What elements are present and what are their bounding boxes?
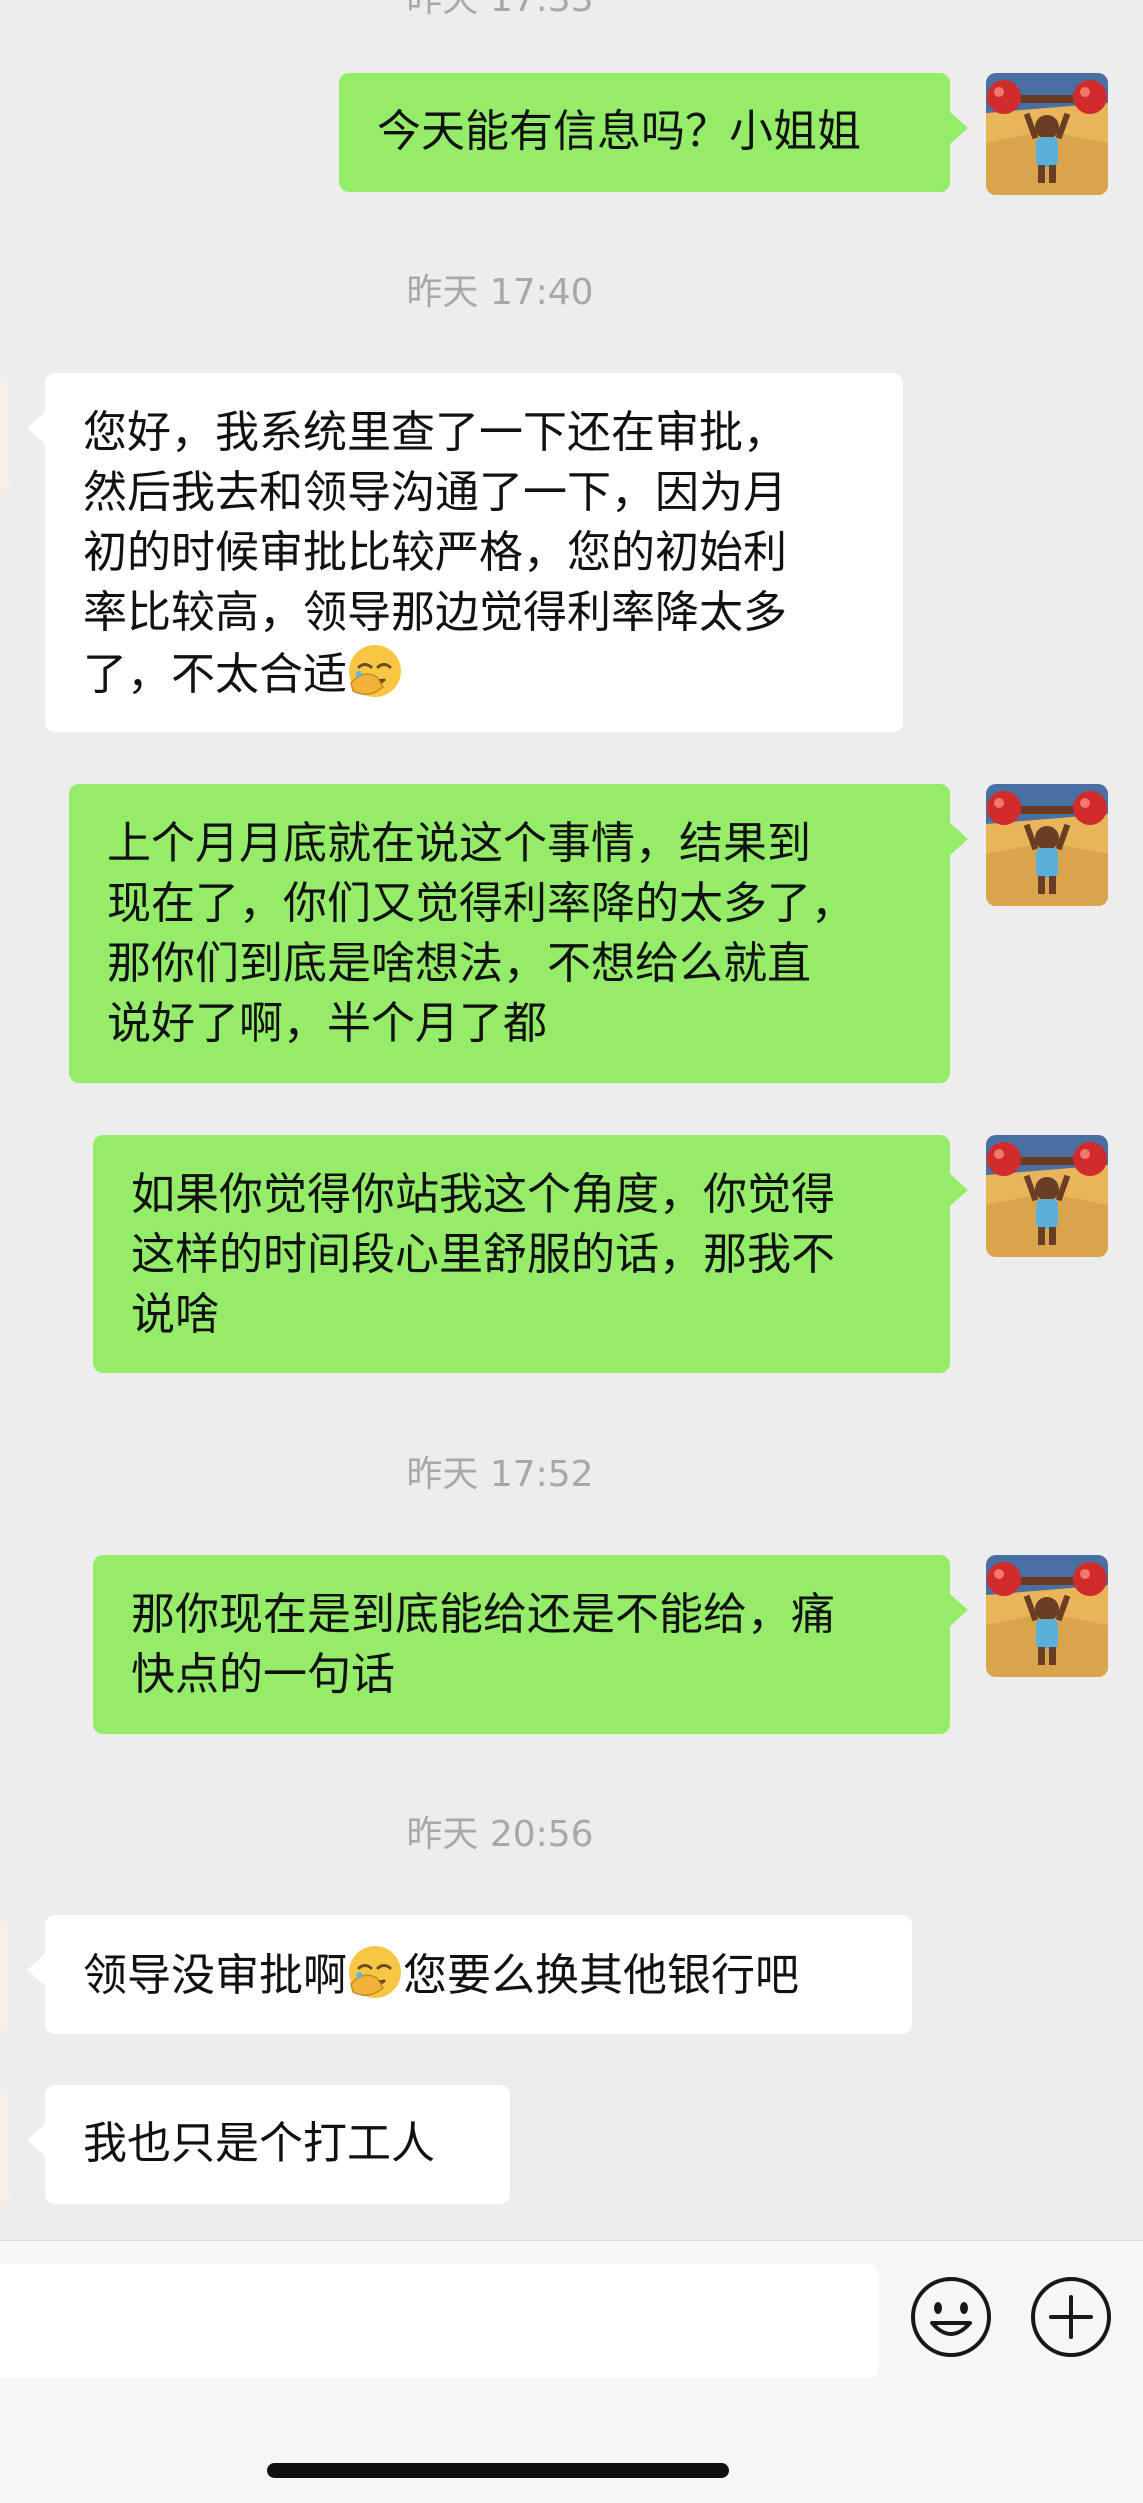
my-avatar[interactable] bbox=[986, 73, 1108, 195]
received-message-bubble[interactable]: 您好，我系统里查了一下还在审批， 然后我去和领导沟通了一下，因为月 初的时候审批… bbox=[27, 373, 903, 732]
message-text: 今天能有信息吗？小姐姐 bbox=[377, 106, 861, 157]
message-text: 率比较高，领导那边觉得利率降太多 bbox=[83, 587, 787, 638]
my-avatar[interactable] bbox=[986, 784, 1108, 906]
contact-avatar[interactable] bbox=[0, 375, 9, 493]
timestamp: 昨天 17:33 bbox=[0, 0, 1000, 20]
received-message-bubble[interactable]: 领导没审批啊 您要么换其他银行吧 bbox=[27, 1915, 912, 2034]
smiley-icon[interactable] bbox=[909, 2275, 993, 2359]
message-text: 了，不太合适 bbox=[83, 649, 347, 700]
message-text: 这样的时间段心里舒服的话，那我不 bbox=[131, 1229, 835, 1280]
sent-message-bubble[interactable]: 如果你觉得你站我这个角度，你觉得 这样的时间段心里舒服的话，那我不 说啥 bbox=[93, 1135, 968, 1373]
message-text: 快点的一句话 bbox=[131, 1649, 395, 1700]
message-text: 然后我去和领导沟通了一下，因为月 bbox=[83, 467, 787, 518]
message-text: 那你们到底是啥想法，不想给么就直 bbox=[107, 938, 811, 989]
chat-area[interactable]: 昨天 17:33 今天能有信息吗？小姐姐 昨天 17:40 您好，我系统里查了一… bbox=[0, 0, 1143, 2240]
message-text: 说啥 bbox=[131, 1289, 219, 1340]
message-text: 那你现在是到底能给还是不能给，痛 bbox=[131, 1589, 835, 1640]
home-indicator[interactable] bbox=[267, 2463, 729, 2478]
message-text: 您要么换其他银行吧 bbox=[403, 1950, 799, 2001]
message-text: 说好了啊，半个月了都 bbox=[107, 998, 547, 1049]
message-input[interactable] bbox=[0, 2264, 879, 2378]
facepalm-emoji-icon bbox=[347, 643, 403, 699]
sent-message-bubble[interactable]: 那你现在是到底能给还是不能给，痛 快点的一句话 bbox=[93, 1555, 968, 1734]
my-avatar[interactable] bbox=[986, 1555, 1108, 1677]
sent-message-bubble[interactable]: 今天能有信息吗？小姐姐 bbox=[339, 73, 968, 192]
timestamp: 昨天 20:56 bbox=[406, 1814, 594, 1855]
message-text: 我也只是个打工人 bbox=[83, 2118, 435, 2169]
message-text: 如果你觉得你站我这个角度，你觉得 bbox=[131, 1169, 835, 1220]
plus-circle-icon[interactable] bbox=[1029, 2275, 1113, 2359]
timestamp: 昨天 17:40 bbox=[406, 272, 594, 313]
facepalm-emoji-icon bbox=[347, 1944, 403, 2000]
input-bar bbox=[0, 2240, 1143, 2503]
message-text: 初的时候审批比较严格，您的初始利 bbox=[83, 527, 787, 578]
timestamp: 昨天 17:52 bbox=[406, 1454, 594, 1495]
sent-message-bubble[interactable]: 上个月月底就在说这个事情，结果到 现在了，你们又觉得利率降的太多了， 那你们到底… bbox=[69, 784, 968, 1083]
contact-avatar[interactable] bbox=[0, 1917, 9, 2035]
message-text: 上个月月底就在说这个事情，结果到 bbox=[107, 818, 811, 869]
message-text: 领导没审批啊 bbox=[83, 1950, 347, 2001]
received-message-bubble[interactable]: 我也只是个打工人 bbox=[27, 2085, 510, 2204]
my-avatar[interactable] bbox=[986, 1135, 1108, 1257]
message-text: 您好，我系统里查了一下还在审批， bbox=[83, 407, 787, 458]
message-text: 现在了，你们又觉得利率降的太多了， bbox=[107, 878, 855, 929]
contact-avatar[interactable] bbox=[0, 2087, 9, 2205]
